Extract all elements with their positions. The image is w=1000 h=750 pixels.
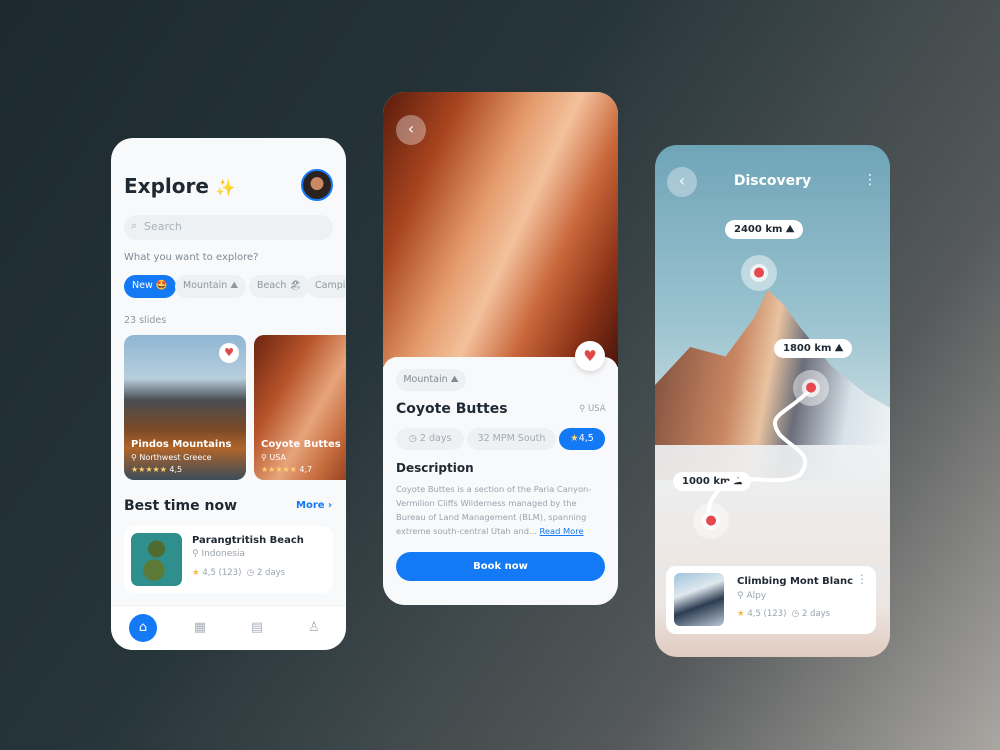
card-name: Coyote Buttes <box>261 439 341 450</box>
category-tag: Mountain ⛰ <box>396 369 466 391</box>
back-button[interactable]: ‹ <box>396 115 426 145</box>
place-card[interactable]: ♥ Pindos Mountains ⚲ Northwest Greece ★★… <box>124 335 246 480</box>
list-item[interactable]: Parangtritish Beach ⚲ Indonesia ★ 4,5 (1… <box>124 526 333 593</box>
slide-count: 23 slides <box>124 315 167 326</box>
place-location: ⚲ Indonesia <box>192 549 245 559</box>
place-name: Parangtritish Beach <box>192 535 304 546</box>
user-icon[interactable]: ♙ <box>300 614 328 642</box>
distance-pill: 32 MPM South <box>467 428 556 450</box>
place-meta: ★ 4,5 (123) ◷ 2 days <box>192 568 286 578</box>
card-rating: ★★★★★ 4,7 <box>261 465 313 474</box>
discovery-screen: ‹ Discovery ⋮ 2400 km ⛰ ● 1800 km ⛰ ● 10… <box>655 145 890 657</box>
page-title: Explore ✨ <box>124 174 236 198</box>
chip-new[interactable]: New 🤩 <box>124 275 176 298</box>
calendar-icon[interactable]: ▦ <box>186 614 214 642</box>
card-name: Pindos Mountains <box>131 439 232 450</box>
place-meta: ★ 4,5 (123) ◷ 2 days <box>737 609 831 619</box>
place-location: ⚲ Alpy <box>737 591 767 601</box>
card-location: ⚲ Northwest Greece <box>131 453 212 462</box>
place-name: Climbing Mont Blanc <box>737 576 854 587</box>
search-icon: ⌕ <box>131 219 138 232</box>
place-thumbnail <box>674 573 724 626</box>
section-title: Best time now <box>124 498 238 514</box>
more-options-icon[interactable]: ⋮ <box>856 572 868 586</box>
place-title: Coyote Buttes <box>396 401 508 417</box>
description-text: Coyote Buttes is a section of the Paria … <box>396 484 592 536</box>
place-thumbnail <box>131 533 182 586</box>
list-item[interactable]: Climbing Mont Blanc ⚲ Alpy ★ 4,5 (123) ◷… <box>666 566 876 634</box>
book-now-button[interactable]: Book now <box>396 552 605 581</box>
favorite-button[interactable]: ♥ <box>575 341 605 371</box>
place-card[interactable]: Coyote Buttes ⚲ USA ★★★★★ 4,7 <box>254 335 346 480</box>
avatar[interactable] <box>301 169 333 201</box>
card-rating: ★★★★★ 4,5 <box>131 465 183 474</box>
read-more-link[interactable]: Read More <box>540 526 584 536</box>
heart-icon[interactable]: ♥ <box>219 343 239 363</box>
home-icon[interactable]: ⌂ <box>129 614 157 642</box>
chip-mountain[interactable]: Mountain ⛰ <box>175 275 247 298</box>
document-icon[interactable]: ▤ <box>243 614 271 642</box>
description-title: Description <box>396 461 474 475</box>
card-location: ⚲ USA <box>261 453 286 462</box>
bottom-nav: ⌂ ▦ ▤ ♙ <box>111 605 346 650</box>
explore-screen: Explore ✨ ⌕ Search What you want to explo… <box>111 138 346 650</box>
place-location: ⚲ USA <box>579 404 606 414</box>
chip-beach[interactable]: Beach 🏖 <box>249 275 310 298</box>
chip-camping[interactable]: Campi <box>307 275 346 298</box>
more-link[interactable]: More › <box>296 500 332 511</box>
explore-prompt: What you want to explore? <box>124 252 259 263</box>
search-input[interactable]: ⌕ Search <box>124 215 333 240</box>
rating-pill: ★4,5 <box>559 428 605 450</box>
duration-pill: ◷ 2 days <box>396 428 464 450</box>
detail-screen: ‹ ♥ Mountain ⛰ Coyote Buttes ⚲ USA ◷ 2 d… <box>383 92 618 605</box>
